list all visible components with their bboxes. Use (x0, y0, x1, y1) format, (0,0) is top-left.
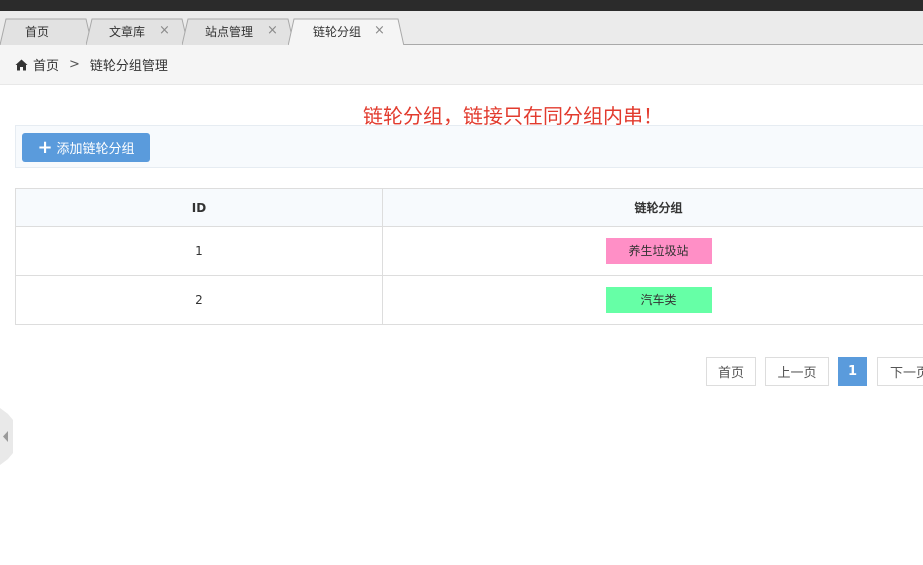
close-icon[interactable]: × (267, 23, 278, 38)
pagination-first-button[interactable]: 首页 (706, 357, 756, 386)
tab-link-wheel-group-label: 链轮分组 (313, 25, 362, 39)
tab-home-label: 首页 (25, 25, 50, 39)
pagination-next-button[interactable]: 下一页 (877, 357, 923, 386)
sidebar-toggle-handle[interactable] (0, 408, 13, 465)
row-group-cell: 汽车类 (382, 275, 923, 325)
row-id: 1 (15, 226, 383, 276)
group-tag[interactable]: 汽车类 (605, 287, 712, 313)
add-group-button-label: 添加链轮分组 (56, 142, 135, 157)
breadcrumb-separator: > (69, 57, 80, 72)
breadcrumb: 首页 > 链轮分组管理 (0, 45, 923, 85)
toolbar: + 添加链轮分组 (15, 125, 923, 168)
add-group-button[interactable]: + 添加链轮分组 (22, 133, 150, 162)
tab-article-library[interactable]: 文章库 × (86, 18, 188, 45)
pagination-prev-button[interactable]: 上一页 (765, 357, 829, 386)
column-header-id: ID (15, 188, 383, 227)
close-icon[interactable]: × (374, 23, 385, 38)
column-header-group: 链轮分组 (382, 188, 923, 227)
table-row: 2 汽车类 (15, 275, 923, 325)
plus-icon: + (37, 136, 53, 158)
row-group-cell: 养生垃圾站 (382, 226, 923, 276)
group-tag[interactable]: 养生垃圾站 (605, 238, 712, 264)
tab-article-library-label: 文章库 (109, 25, 146, 39)
home-icon (15, 59, 28, 71)
tab-site-management-label: 站点管理 (205, 25, 254, 39)
tab-site-management[interactable]: 站点管理 × (182, 18, 294, 45)
row-id: 2 (15, 275, 383, 325)
close-icon[interactable]: × (159, 23, 170, 38)
breadcrumb-home-link[interactable]: 首页 (33, 55, 59, 74)
group-table: ID 链轮分组 1 养生垃圾站 2 汽车类 (15, 188, 923, 325)
window-top-bar (0, 0, 923, 11)
tab-link-wheel-group[interactable]: 链轮分组 × (288, 18, 404, 46)
tab-strip: 首页 文章库 × 站点管理 × 链轮分组 × (0, 11, 923, 46)
table-row: 1 养生垃圾站 (15, 226, 923, 276)
breadcrumb-current: 链轮分组管理 (89, 59, 168, 74)
pagination-page-1[interactable]: 1 (838, 357, 867, 386)
table-header-row: ID 链轮分组 (15, 188, 923, 227)
tab-home[interactable]: 首页 (0, 18, 92, 45)
